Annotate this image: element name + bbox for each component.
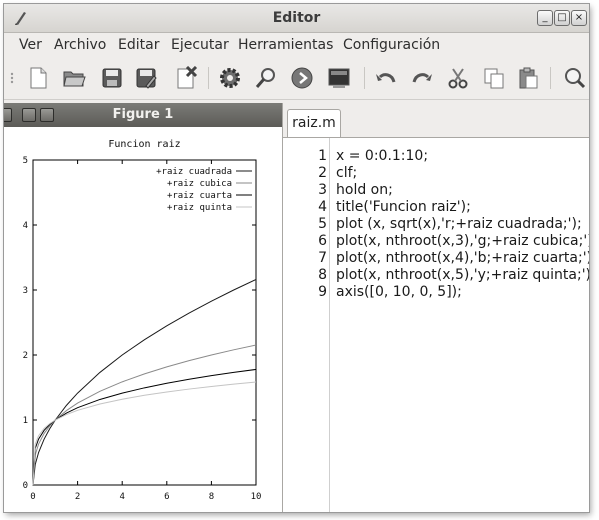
x-tick-label: 10 [251, 492, 262, 502]
y-tick-label: 2 [23, 351, 28, 361]
copy-icon[interactable] [482, 66, 506, 90]
maximize-button[interactable]: □ [554, 10, 570, 26]
zoom-icon[interactable] [562, 66, 586, 90]
new-file-icon[interactable] [26, 66, 50, 90]
line-number: 3 [318, 182, 327, 198]
line-number: 2 [318, 165, 327, 181]
y-tick-label: 5 [23, 156, 28, 166]
x-tick-label: 6 [164, 492, 169, 502]
x-tick-label: 2 [75, 492, 80, 502]
chart-title: Funcion raiz [108, 139, 180, 150]
title-bar[interactable]: Editor _ □ × [4, 4, 589, 33]
series-line [32, 381, 257, 486]
tab-raiz-m[interactable]: raiz.m [287, 109, 341, 137]
open-folder-icon[interactable] [62, 66, 86, 90]
toolbar-separator [208, 67, 209, 89]
redo-icon[interactable] [410, 66, 434, 90]
toolbar-separator [364, 67, 365, 89]
code-line[interactable]: hold on; [336, 182, 393, 199]
y-tick-label: 3 [23, 286, 28, 296]
toolbar-separator [550, 67, 551, 89]
code-line[interactable]: plot(x, nthroot(x,5),'y;+raiz quinta;'); [336, 267, 589, 284]
figure-title-bar[interactable]: Figure 1 [4, 103, 282, 127]
toolbar [4, 57, 589, 100]
code-line[interactable]: plot (x, sqrt(x),'r;+raiz cuadrada;'); [336, 216, 582, 233]
y-tick-label: 0 [23, 481, 28, 491]
line-number: 1 [318, 148, 327, 164]
line-number: 9 [318, 284, 327, 300]
line-number: 6 [318, 233, 327, 249]
terminal-icon[interactable] [327, 66, 351, 90]
line-number: 4 [318, 199, 327, 215]
x-tick-label: 8 [209, 492, 214, 502]
toolbar-grip-icon [10, 72, 14, 84]
save-icon[interactable] [100, 66, 124, 90]
close-button[interactable]: × [571, 10, 587, 26]
code-line[interactable]: plot(x, nthroot(x,3),'g;+raiz cubica;'); [336, 233, 589, 250]
editor-tab-bar: raiz.m [283, 103, 589, 138]
menu-bar: Ver Archivo Editar Ejecutar Herramientas… [4, 33, 589, 57]
series-line [32, 368, 257, 486]
menu-ejecutar[interactable]: Ejecutar [171, 37, 229, 53]
figure-window: Figure 1 Funcion raiz 0 2 4 6 8 10 0 1 2 3 4 5 +raiz … [4, 103, 283, 512]
cut-icon[interactable] [446, 66, 470, 90]
legend-label: +raiz cuarta [167, 191, 232, 201]
y-tick-label: 1 [23, 416, 28, 426]
line-number: 7 [318, 250, 327, 266]
code-line[interactable]: axis([0, 10, 0, 5]); [336, 284, 462, 301]
code-line[interactable]: plot(x, nthroot(x,4),'b;+raiz cuarta;'); [336, 250, 589, 267]
menu-configuracion[interactable]: Configuración [343, 37, 440, 53]
figure-title: Figure 1 [112, 107, 174, 122]
code-line[interactable]: title('Funcion raiz'); [336, 199, 471, 216]
menu-archivo[interactable]: Archivo [54, 37, 106, 53]
minimize-button[interactable]: _ [537, 10, 553, 26]
undo-icon[interactable] [374, 66, 398, 90]
series-line [32, 279, 257, 486]
window-title: Editor [272, 10, 321, 26]
run-icon[interactable] [290, 66, 314, 90]
code-line[interactable]: x = 0:0.1:10; [336, 148, 428, 165]
close-file-icon[interactable] [174, 66, 198, 90]
editor-window: Editor _ □ × Ver Archivo Editar Ejecutar… [4, 4, 589, 512]
legend-label: +raiz cubica [167, 179, 232, 189]
line-number: 8 [318, 267, 327, 283]
menu-herramientas[interactable]: Herramientas [238, 37, 333, 53]
find-icon[interactable] [254, 66, 278, 90]
y-tick-label: 4 [23, 221, 28, 231]
settings-gear-icon[interactable] [218, 66, 242, 90]
code-line[interactable]: clf; [336, 165, 357, 182]
legend-label: +raiz quinta [167, 203, 232, 213]
code-editor[interactable]: 1 x = 0:0.1:10; 2 clf; 3 hold on; 4 title('Func… [283, 138, 589, 512]
menu-editar[interactable]: Editar [118, 37, 159, 53]
paste-icon[interactable] [516, 66, 540, 90]
save-as-icon[interactable] [134, 66, 158, 90]
menu-ver[interactable]: Ver [19, 37, 42, 53]
line-number: 5 [318, 216, 327, 232]
x-tick-label: 4 [119, 492, 124, 502]
legend-label: +raiz cuadrada [156, 167, 232, 177]
x-tick-label: 0 [30, 492, 35, 502]
plot-canvas: Funcion raiz 0 2 4 6 8 10 0 1 2 3 4 5 +raiz cuadrada +… [23, 139, 262, 502]
